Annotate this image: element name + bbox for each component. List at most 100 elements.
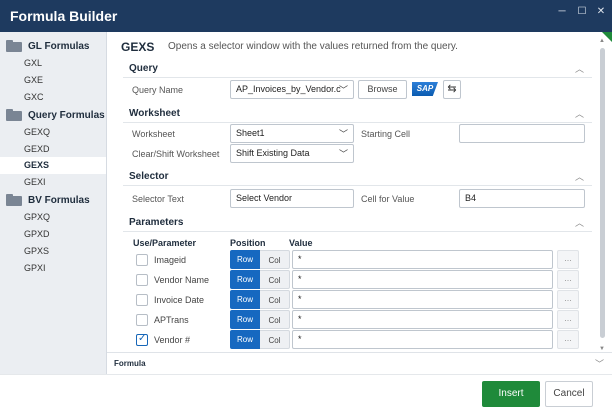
formula-title: Formula <box>114 359 146 368</box>
sidebar-item-gxl[interactable]: GXL <box>0 55 106 72</box>
query-name-label: Query Name <box>132 85 184 95</box>
sidebar-group-label: GL Formulas <box>28 40 90 52</box>
parameter-row: Invoice Date Row Col * ... <box>123 290 592 309</box>
sidebar-group-query[interactable]: Query Formulas <box>6 107 105 123</box>
starting-cell-input[interactable] <box>459 124 585 143</box>
selector-text-input[interactable]: Select Vendor <box>230 189 354 208</box>
parameter-value-input[interactable]: * <box>292 250 553 269</box>
formula-code: GEXS <box>121 40 155 54</box>
sidebar-item-gexq[interactable]: GEXQ <box>0 124 106 141</box>
position-row-button[interactable]: Row <box>230 330 260 349</box>
chevron-up-icon[interactable]: ︿ <box>575 216 584 229</box>
parameter-value-input[interactable]: * <box>292 310 553 329</box>
position-col-button[interactable]: Col <box>260 250 290 269</box>
parameter-more-button[interactable]: ... <box>557 310 579 329</box>
chevron-up-icon[interactable]: ︿ <box>575 170 584 183</box>
clear-shift-label: Clear/Shift Worksheet <box>132 149 220 159</box>
worksheet-section-header[interactable]: Worksheet ︿ <box>123 105 592 123</box>
parameter-more-button[interactable]: ... <box>557 270 579 289</box>
column-header-use: Use/Parameter <box>133 238 197 248</box>
position-row-button[interactable]: Row <box>230 290 260 309</box>
sidebar-item-gpxq[interactable]: GPXQ <box>0 209 106 226</box>
position-col-button[interactable]: Col <box>260 270 290 289</box>
parameter-value-input[interactable]: * <box>292 330 553 349</box>
position-row-button[interactable]: Row <box>230 270 260 289</box>
position-row-button[interactable]: Row <box>230 310 260 329</box>
window-titlebar: Formula Builder ─ ☐ ✕ <box>0 0 612 32</box>
sidebar-item-gpxi[interactable]: GPXI <box>0 260 106 277</box>
position-col-button[interactable]: Col <box>260 330 290 349</box>
use-checkbox[interactable] <box>136 333 148 346</box>
maximize-icon[interactable]: ☐ <box>575 6 589 18</box>
position-col-button[interactable]: Col <box>260 290 290 309</box>
parameter-more-button[interactable]: ... <box>557 330 579 349</box>
sidebar-item-gxe[interactable]: GXE <box>0 72 106 89</box>
parameter-value-input[interactable]: * <box>292 270 553 289</box>
sidebar-item-gpxd[interactable]: GPXD <box>0 226 106 243</box>
sidebar-item-gxc[interactable]: GXC <box>0 89 106 106</box>
minimize-icon[interactable]: ─ <box>555 6 569 18</box>
sidebar-item-gexi[interactable]: GEXI <box>0 174 106 191</box>
parameter-row: APTrans Row Col * ... <box>123 310 592 329</box>
chevron-up-icon[interactable]: ︿ <box>575 62 584 75</box>
use-checkbox[interactable] <box>136 274 148 286</box>
use-checkbox[interactable] <box>136 254 148 266</box>
sidebar-group-label: Query Formulas <box>28 109 105 121</box>
worksheet-value: Sheet1 <box>236 128 265 138</box>
sidebar-item-gpxs[interactable]: GPXS <box>0 243 106 260</box>
swap-icon[interactable]: ⇆ <box>443 80 461 99</box>
chevron-down-icon[interactable]: ﹀ <box>595 357 604 370</box>
query-name-select[interactable]: AP_Invoices_by_Vendor.c ﹀ <box>230 80 354 99</box>
starting-cell-label: Starting Cell <box>361 129 411 139</box>
parameter-row: Vendor Name Row Col * ... <box>123 270 592 289</box>
scroll-up-icon[interactable]: ▲ <box>599 38 605 44</box>
folder-icon <box>6 194 22 206</box>
close-icon[interactable]: ✕ <box>594 6 608 18</box>
parameter-value-input[interactable]: * <box>292 290 553 309</box>
sidebar-group-bv[interactable]: BV Formulas <box>6 192 90 208</box>
position-row-button[interactable]: Row <box>230 250 260 269</box>
window-title: Formula Builder <box>10 8 118 24</box>
vertical-scrollbar[interactable]: ▲ ▼ <box>598 38 606 358</box>
parameter-name: APTrans <box>154 315 189 325</box>
parameter-name: Imageid <box>154 255 187 265</box>
sidebar-group-gl[interactable]: GL Formulas <box>6 38 90 54</box>
sap-logo-icon[interactable]: SAP <box>412 82 438 96</box>
chevron-down-icon: ﹀ <box>338 85 348 95</box>
column-header-position: Position <box>230 238 266 248</box>
folder-icon <box>6 40 22 52</box>
cell-for-value-label: Cell for Value <box>361 194 415 204</box>
cancel-button[interactable]: Cancel <box>545 381 593 407</box>
use-checkbox[interactable] <box>136 294 148 306</box>
scrollbar-thumb[interactable] <box>600 48 605 338</box>
parameter-name: Vendor Name <box>154 275 210 285</box>
parameter-more-button[interactable]: ... <box>557 250 579 269</box>
parameter-name: Vendor # <box>154 335 191 345</box>
formula-panel-header[interactable]: Formula ﹀ <box>107 352 612 374</box>
sidebar-item-gexd[interactable]: GEXD <box>0 141 106 158</box>
column-header-value: Value <box>289 238 313 248</box>
worksheet-label: Worksheet <box>132 129 175 139</box>
clear-shift-select[interactable]: Shift Existing Data ﹀ <box>230 144 354 163</box>
worksheet-select[interactable]: Sheet1 ﹀ <box>230 124 354 143</box>
parameters-section-header[interactable]: Parameters ︿ <box>123 214 592 232</box>
dialog-footer: Insert Cancel <box>0 374 612 413</box>
parameter-name: Invoice Date <box>154 295 205 305</box>
section-title: Parameters <box>129 217 184 228</box>
chevron-up-icon[interactable]: ︿ <box>575 107 584 120</box>
selector-section-header[interactable]: Selector ︿ <box>123 168 592 186</box>
browse-button[interactable]: Browse <box>358 80 407 99</box>
sidebar-group-label: BV Formulas <box>28 194 90 206</box>
chevron-down-icon: ﹀ <box>338 149 348 159</box>
insert-button[interactable]: Insert <box>482 381 540 407</box>
position-col-button[interactable]: Col <box>260 310 290 329</box>
cell-for-value-input[interactable]: B4 <box>459 189 585 208</box>
sidebar-item-gexs[interactable]: GEXS <box>0 157 106 174</box>
parameter-row: Imageid Row Col * ... <box>123 250 592 269</box>
parameter-row: Vendor # Row Col * ... <box>123 330 592 349</box>
formula-editor-panel: GEXS Opens a selector window with the va… <box>107 32 612 374</box>
query-section-header[interactable]: Query ︿ <box>123 60 592 78</box>
parameter-more-button[interactable]: ... <box>557 290 579 309</box>
section-title: Worksheet <box>129 108 180 119</box>
use-checkbox[interactable] <box>136 314 148 326</box>
